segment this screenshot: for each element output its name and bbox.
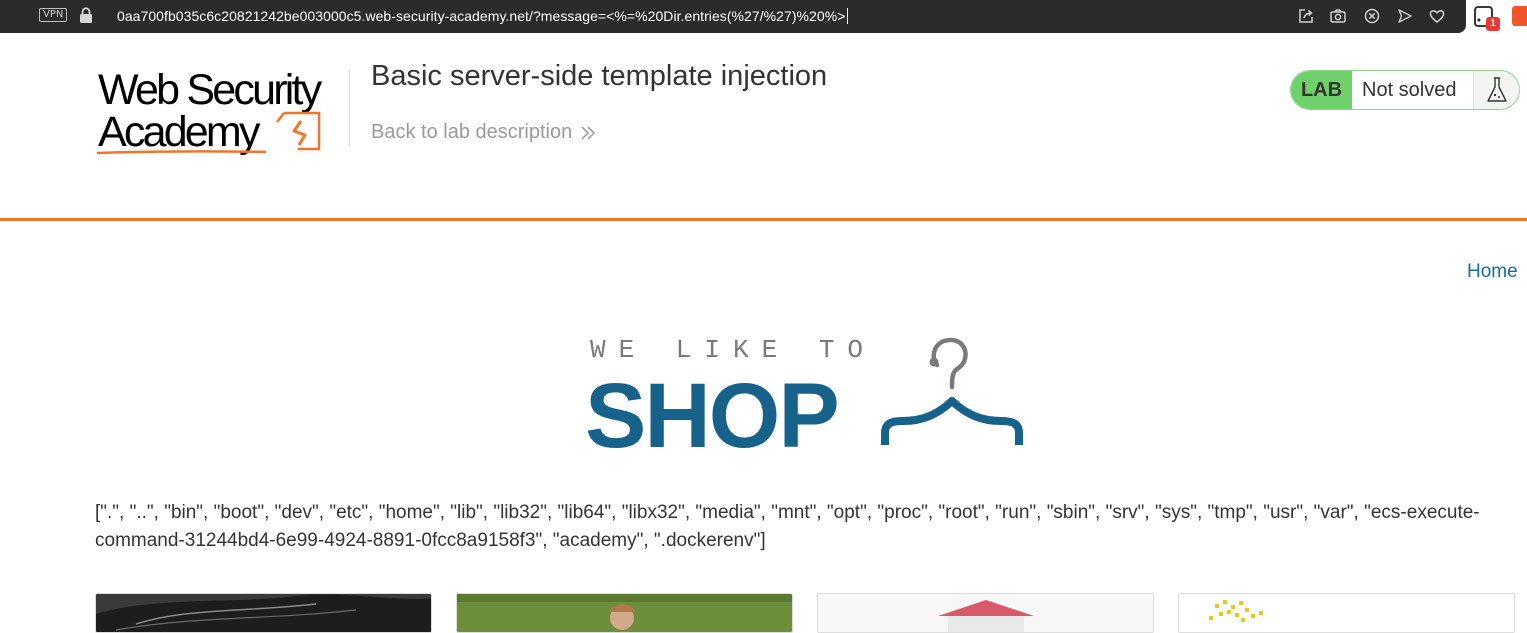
share-icon[interactable]: [1297, 7, 1315, 25]
product-image: [457, 594, 792, 632]
hanger-icon: [881, 337, 1023, 445]
shop-word: SHOP: [585, 365, 838, 453]
product-image: [818, 594, 1153, 632]
url-text: 0aa700fb035c6c20821242be003000c5.web-sec…: [117, 8, 846, 24]
lab-tag: LAB: [1291, 71, 1352, 109]
product-card[interactable]: [456, 593, 793, 633]
product-card[interactable]: [95, 593, 432, 633]
product-image: [1179, 594, 1514, 632]
send-icon[interactable]: [1396, 7, 1414, 25]
double-chevron-right-icon: [581, 125, 596, 140]
home-link[interactable]: Home: [1467, 261, 1518, 283]
web-security-academy-logo[interactable]: Web Security Academy: [96, 66, 348, 158]
shop-logo: WE LIKE TO SHOP: [585, 335, 1023, 453]
message-output: [".", "..", "bin", "boot", "dev", "etc",…: [95, 502, 1480, 551]
back-to-description-link[interactable]: Back to lab description: [371, 121, 596, 144]
block-icon[interactable]: [1363, 7, 1381, 25]
brave-rewards-icon[interactable]: [1512, 6, 1527, 26]
product-card[interactable]: [1178, 593, 1515, 633]
logo-line1: Web Security: [98, 66, 323, 114]
address-bar[interactable]: VPN 0aa700fb035c6c20821242be003000c5.web…: [0, 0, 1466, 33]
lab-status-widget: LAB Not solved: [1290, 70, 1520, 110]
camera-icon[interactable]: [1329, 7, 1347, 25]
heart-icon[interactable]: [1428, 7, 1446, 25]
product-image: [96, 594, 431, 632]
url-field[interactable]: 0aa700fb035c6c20821242be003000c5.web-sec…: [117, 8, 849, 24]
product-card[interactable]: [817, 593, 1154, 633]
lab-title: Basic server-side template injection: [371, 60, 828, 92]
text-cursor: [847, 8, 849, 24]
vpn-button[interactable]: VPN: [39, 8, 68, 22]
logo-line2: Academy: [98, 108, 261, 156]
lock-icon[interactable]: [79, 7, 93, 24]
back-link-label: Back to lab description: [371, 121, 573, 143]
shop-tagline: WE LIKE TO: [590, 335, 876, 365]
flask-icon: [1486, 77, 1507, 102]
header-divider: [349, 70, 350, 146]
browser-toolbar: VPN 0aa700fb035c6c20821242be003000c5.web…: [0, 0, 1527, 41]
academy-header: Web Security Academy Basic server-side t…: [0, 41, 1527, 221]
flask-icon-container: [1474, 71, 1519, 109]
notification-badge: 1: [1486, 17, 1500, 31]
lab-status-text: Not solved: [1352, 71, 1474, 109]
